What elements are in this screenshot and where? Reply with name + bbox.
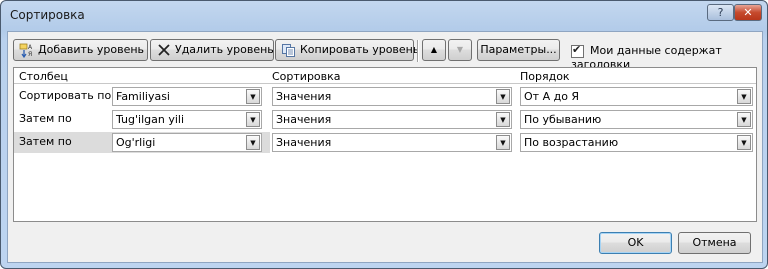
order-select-value: По убыванию [524,113,602,126]
column-select[interactable]: Familiyasi ▼ [112,87,262,106]
move-up-button[interactable]: ▲ [422,39,446,61]
sort-on-select[interactable]: Значения ▼ [272,87,512,106]
column-select-value: Og'rligi [116,136,156,149]
column-header-sort-on: Сортировка [272,70,341,83]
svg-text:A: A [28,44,33,51]
order-select[interactable]: По возрастанию ▼ [520,133,753,152]
add-level-icon: A Я [19,42,35,59]
move-down-button[interactable]: ▼ [448,39,472,61]
delete-icon [156,42,172,58]
sort-dialog: Сортировка ? ✕ A Я Добавить уровень Удал… [0,0,768,269]
sort-on-select[interactable]: Значения ▼ [272,110,512,129]
row-label: Затем по [19,112,72,125]
dropdown-arrow-icon[interactable]: ▼ [246,135,260,150]
delete-level-label: Удалить уровень [175,43,274,56]
dropdown-arrow-icon[interactable]: ▼ [496,89,510,104]
add-level-button[interactable]: A Я Добавить уровень [13,39,148,61]
svg-text:Я: Я [28,51,32,58]
sort-level-row[interactable]: Сортировать по Familiyasi ▼ Значения ▼ О… [14,86,756,107]
dropdown-arrow-icon[interactable]: ▼ [737,135,751,150]
title-bar[interactable]: Сортировка ? ✕ [1,1,767,31]
sort-on-select-value: Значения [276,113,332,126]
cancel-button[interactable]: Отмена [678,232,751,254]
sort-on-select-value: Значения [276,90,332,103]
delete-level-button[interactable]: Удалить уровень [150,39,274,61]
dialog-body: A Я Добавить уровень Удалить уровень Коп… [7,31,763,263]
dropdown-arrow-icon[interactable]: ▼ [246,112,260,127]
dropdown-arrow-icon[interactable]: ▼ [496,112,510,127]
help-button[interactable]: ? [707,4,734,21]
add-level-label: Добавить уровень [38,43,145,56]
order-select[interactable]: По убыванию ▼ [520,110,753,129]
headers-checkbox[interactable]: ✔ [571,42,584,58]
toolbar-separator [417,40,419,62]
ok-button[interactable]: OK [599,232,672,254]
dropdown-arrow-icon[interactable]: ▼ [737,112,751,127]
checkmark-icon: ✔ [572,42,582,56]
dropdown-arrow-icon[interactable]: ▼ [737,89,751,104]
sort-level-row-selected[interactable]: Затем по Og'rligi ▼ Значения ▼ По возрас… [14,132,756,153]
row-label: Затем по [19,135,72,148]
sort-levels-grid: Столбец Сортировка Порядок Сортировать п… [13,67,757,222]
copy-level-label: Копировать уровень [300,43,420,56]
row-label: Сортировать по [19,89,112,102]
column-header-column: Столбец [19,70,68,83]
close-button[interactable]: ✕ [734,4,762,21]
order-select-value: От А до Я [524,90,580,103]
sort-level-row[interactable]: Затем по Tug'ilgan yili ▼ Значения ▼ По … [14,109,756,130]
column-select[interactable]: Og'rligi ▼ [112,133,262,152]
order-select-value: По возрастанию [524,136,619,149]
header-divider [14,83,756,84]
column-header-order: Порядок [520,70,570,83]
column-select-value: Familiyasi [116,90,170,103]
copy-icon [281,42,297,58]
dropdown-arrow-icon[interactable]: ▼ [496,135,510,150]
order-select[interactable]: От А до Я ▼ [520,87,753,106]
dropdown-arrow-icon[interactable]: ▼ [246,89,260,104]
column-select[interactable]: Tug'ilgan yili ▼ [112,110,262,129]
options-button[interactable]: Параметры... [477,39,560,61]
sort-on-select[interactable]: Значения ▼ [272,133,512,152]
column-select-value: Tug'ilgan yili [116,113,185,126]
copy-level-button[interactable]: Копировать уровень [275,39,419,61]
sort-on-select-value: Значения [276,136,332,149]
window-title: Сортировка [10,8,85,22]
